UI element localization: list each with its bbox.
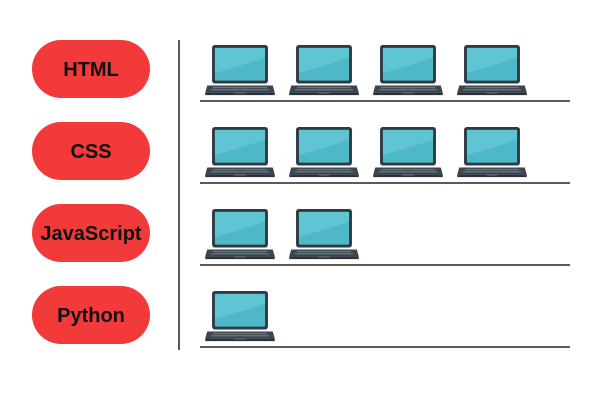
laptop-icon bbox=[289, 208, 359, 260]
pictograph-chart: HTML CSS JavaScript Python bbox=[32, 40, 570, 350]
laptop-icon bbox=[457, 44, 527, 96]
row-python: Python bbox=[32, 286, 570, 348]
laptop-icon bbox=[289, 126, 359, 178]
laptop-icon bbox=[373, 126, 443, 178]
row-javascript: JavaScript bbox=[32, 204, 570, 266]
laptop-icon bbox=[205, 126, 275, 178]
laptop-icon bbox=[205, 208, 275, 260]
laptop-icon bbox=[205, 290, 275, 342]
row-css: CSS bbox=[32, 122, 570, 184]
laptop-icon bbox=[205, 44, 275, 96]
category-label: HTML bbox=[63, 59, 119, 81]
laptop-icon bbox=[373, 44, 443, 96]
category-label: JavaScript bbox=[40, 223, 142, 245]
category-label: Python bbox=[57, 305, 125, 327]
row-html: HTML bbox=[32, 40, 570, 102]
laptop-icon bbox=[289, 44, 359, 96]
laptop-icon bbox=[457, 126, 527, 178]
category-label: CSS bbox=[70, 141, 111, 163]
